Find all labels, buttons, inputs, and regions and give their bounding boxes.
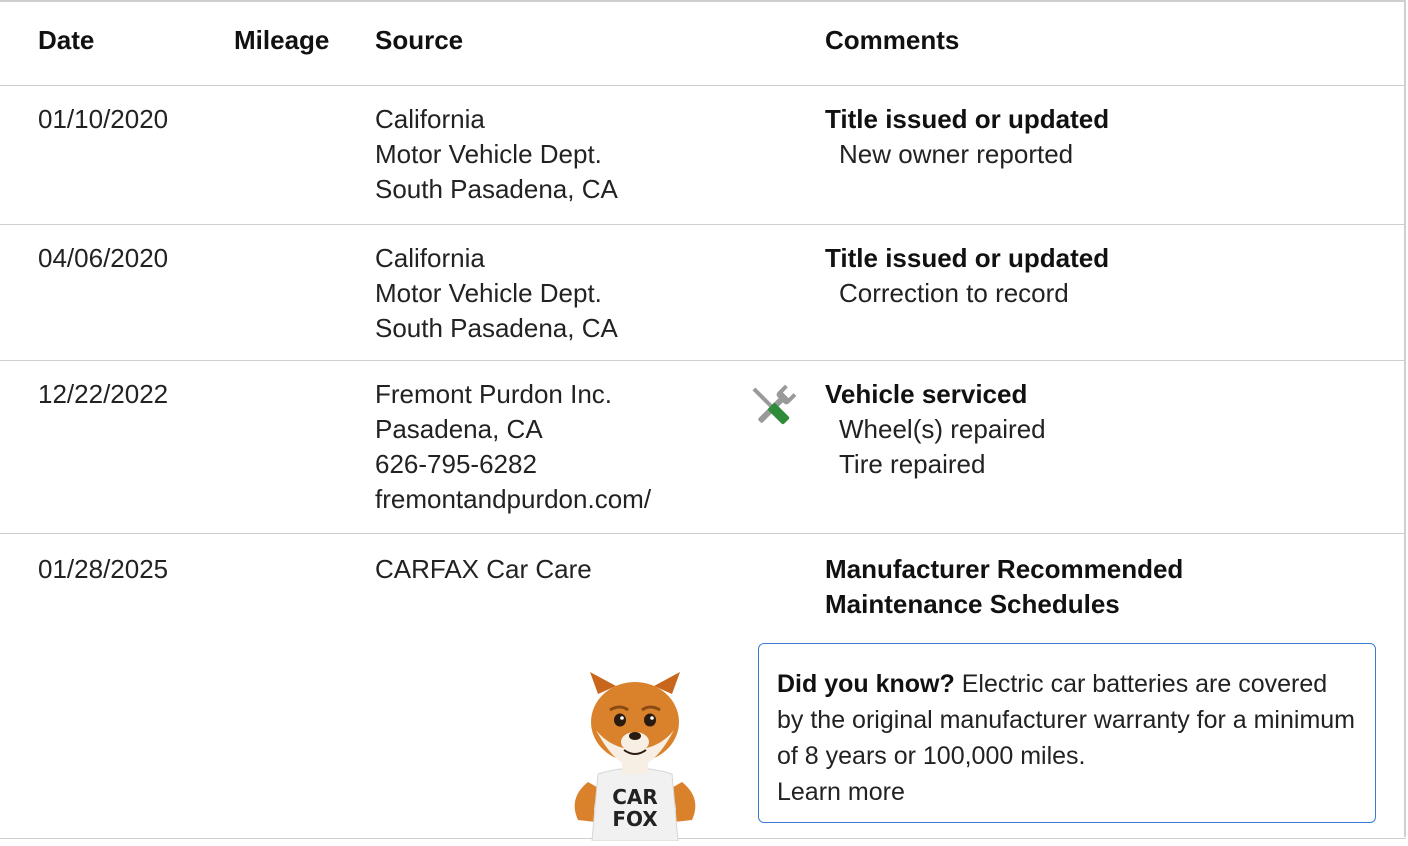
header-date: Date xyxy=(38,25,95,55)
comment-detail: Correction to record xyxy=(839,278,1069,308)
carfox-mascot-icon: CAR FOX xyxy=(560,670,710,842)
learn-more-link[interactable]: Learn more xyxy=(777,774,1357,810)
row-date: 12/22/2022 xyxy=(38,379,169,409)
source-line: Motor Vehicle Dept. xyxy=(375,139,602,169)
header-mileage: Mileage xyxy=(234,25,330,55)
source-location: Pasadena, CA xyxy=(375,414,543,444)
row-comments: Title issued or updated Correction to re… xyxy=(825,241,1109,311)
tip-lead: Did you know? xyxy=(777,670,955,698)
table-row: 04/06/2020 California Motor Vehicle Dept… xyxy=(0,225,1406,361)
source-name: California xyxy=(375,243,485,273)
source-name: CARFAX Car Care xyxy=(375,554,592,584)
source-location: South Pasadena, CA xyxy=(375,174,618,204)
comment-title: Vehicle serviced xyxy=(825,379,1028,409)
mascot-shirt-line1: CAR xyxy=(612,785,658,809)
table-header-row: Date Mileage Source Comments xyxy=(0,2,1406,86)
table-row: 01/10/2020 California Motor Vehicle Dept… xyxy=(0,86,1406,225)
row-comments: Title issued or updated New owner report… xyxy=(825,102,1109,172)
row-source: California Motor Vehicle Dept. South Pas… xyxy=(375,241,618,346)
header-comments: Comments xyxy=(825,25,960,55)
row-source: California Motor Vehicle Dept. South Pas… xyxy=(375,102,618,207)
mascot-shirt-line2: FOX xyxy=(612,807,658,831)
source-line: Motor Vehicle Dept. xyxy=(375,278,602,308)
source-phone: 626-795-6282 xyxy=(375,449,537,479)
row-source: CARFAX Car Care xyxy=(375,552,592,587)
row-comments: Vehicle serviced Wheel(s) repaired Tire … xyxy=(825,377,1046,482)
did-you-know-tip: Did you know? Electric car batteries are… xyxy=(758,643,1376,823)
maintenance-schedule-link-line2[interactable]: Maintenance Schedules xyxy=(825,587,1183,622)
source-name: Fremont Purdon Inc. xyxy=(375,379,612,409)
wrench-screwdriver-icon xyxy=(744,379,802,437)
row-comments: Manufacturer Recommended Maintenance Sch… xyxy=(825,552,1183,622)
comment-title: Title issued or updated xyxy=(825,243,1110,273)
header-source: Source xyxy=(375,25,464,55)
row-source: Fremont Purdon Inc. Pasadena, CA 626-795… xyxy=(375,377,651,517)
comment-detail: Wheel(s) repaired xyxy=(839,414,1046,444)
comment-title: Title issued or updated xyxy=(825,104,1110,134)
comment-detail: New owner reported xyxy=(839,139,1074,169)
maintenance-schedule-link[interactable]: Manufacturer Recommended xyxy=(825,552,1183,587)
source-location: South Pasadena, CA xyxy=(375,313,618,343)
table-row: 12/22/2022 Fremont Purdon Inc. Pasadena,… xyxy=(0,361,1406,534)
row-date: 01/28/2025 xyxy=(38,554,169,584)
service-history-table: Date Mileage Source Comments 01/10/2020 … xyxy=(0,0,1406,842)
comment-detail: Tire repaired xyxy=(839,449,986,479)
row-date: 01/10/2020 xyxy=(38,104,169,134)
row-date: 04/06/2020 xyxy=(38,243,169,273)
source-website: fremontandpurdon.com/ xyxy=(375,484,652,514)
source-name: California xyxy=(375,104,485,134)
